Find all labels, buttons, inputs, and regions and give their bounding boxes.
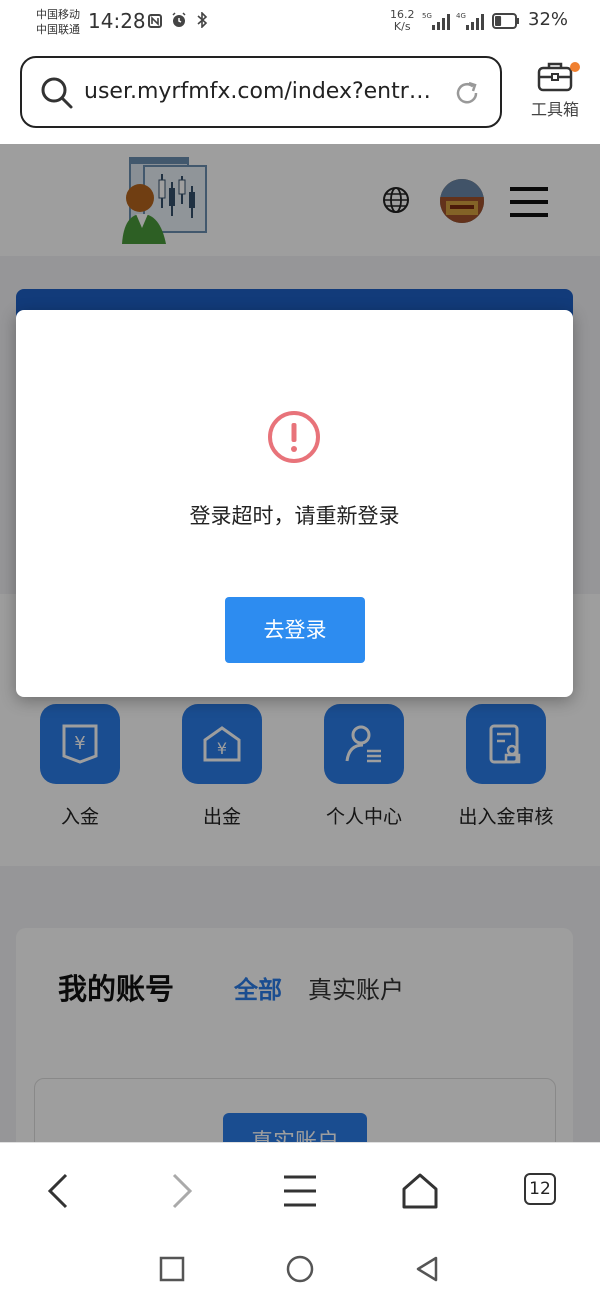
battery-percent: 32% — [528, 9, 569, 30]
carrier-2: 中国联通 — [36, 23, 80, 36]
home-circle-icon[interactable] — [285, 1254, 315, 1284]
back-triangle-icon[interactable] — [412, 1254, 442, 1284]
status-icons — [148, 11, 208, 32]
home-icon[interactable] — [398, 1169, 442, 1213]
status-bar: 中国移动 中国联通 14:28 16.2 K/s 5G 4G 32% — [0, 0, 600, 44]
clock: 14:28 — [88, 9, 146, 33]
toolbox-icon — [537, 62, 573, 92]
network-speed: 16.2 K/s — [390, 8, 415, 33]
toolbox-button[interactable]: 工具箱 — [520, 58, 590, 128]
recent-apps-icon[interactable] — [157, 1254, 187, 1284]
alarm-icon — [171, 12, 196, 32]
signal-4g-icon: 4G — [456, 12, 484, 32]
dialog-message: 登录超时，请重新登录 — [189, 504, 400, 528]
browser-toolbar — [0, 1142, 600, 1239]
browser-address-area: user.myrfmfx.com/index?entry... 工具箱 — [0, 44, 600, 144]
url-text[interactable]: user.myrfmfx.com/index?entry... — [84, 79, 434, 104]
back-icon[interactable] — [38, 1169, 82, 1213]
carrier-names: 中国移动 中国联通 — [36, 7, 80, 37]
go-login-button[interactable]: 去登录 — [225, 597, 365, 663]
nfc-icon — [148, 13, 171, 32]
battery-icon — [492, 13, 520, 29]
address-bar[interactable]: user.myrfmfx.com/index?entry... — [20, 56, 502, 128]
bluetooth-icon — [196, 11, 208, 32]
signal-5g-icon: 5G — [422, 12, 450, 32]
warning-circle-icon — [268, 411, 320, 463]
system-navigation-bar — [0, 1238, 600, 1300]
tabs-button[interactable]: 12 — [524, 1173, 556, 1205]
notification-dot — [570, 62, 580, 72]
carrier-1: 中国移动 — [36, 8, 80, 21]
menu-icon[interactable] — [278, 1169, 322, 1213]
search-icon — [41, 77, 73, 109]
toolbox-label: 工具箱 — [530, 100, 579, 119]
forward-icon[interactable] — [158, 1169, 202, 1213]
reload-icon[interactable] — [453, 79, 481, 107]
session-timeout-dialog: 登录超时，请重新登录 去登录 — [16, 310, 573, 697]
